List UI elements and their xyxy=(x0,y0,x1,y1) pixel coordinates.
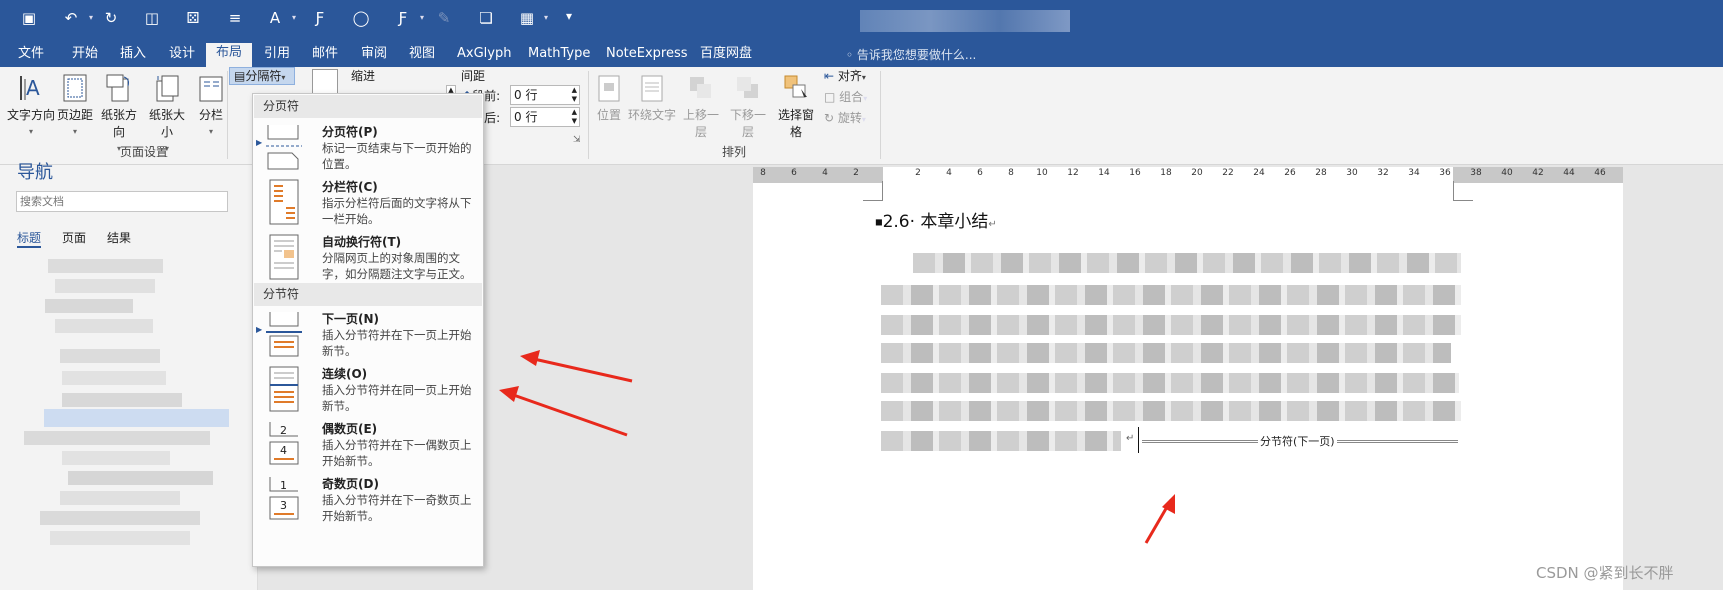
arrow-head xyxy=(520,350,540,366)
annotation-arrow xyxy=(504,390,628,437)
watermark: CSDN @紧到长不胖 xyxy=(1536,564,1674,582)
arrow-head xyxy=(499,386,519,402)
annotation-arrow xyxy=(524,355,633,383)
annotation-overlay xyxy=(499,350,1175,544)
